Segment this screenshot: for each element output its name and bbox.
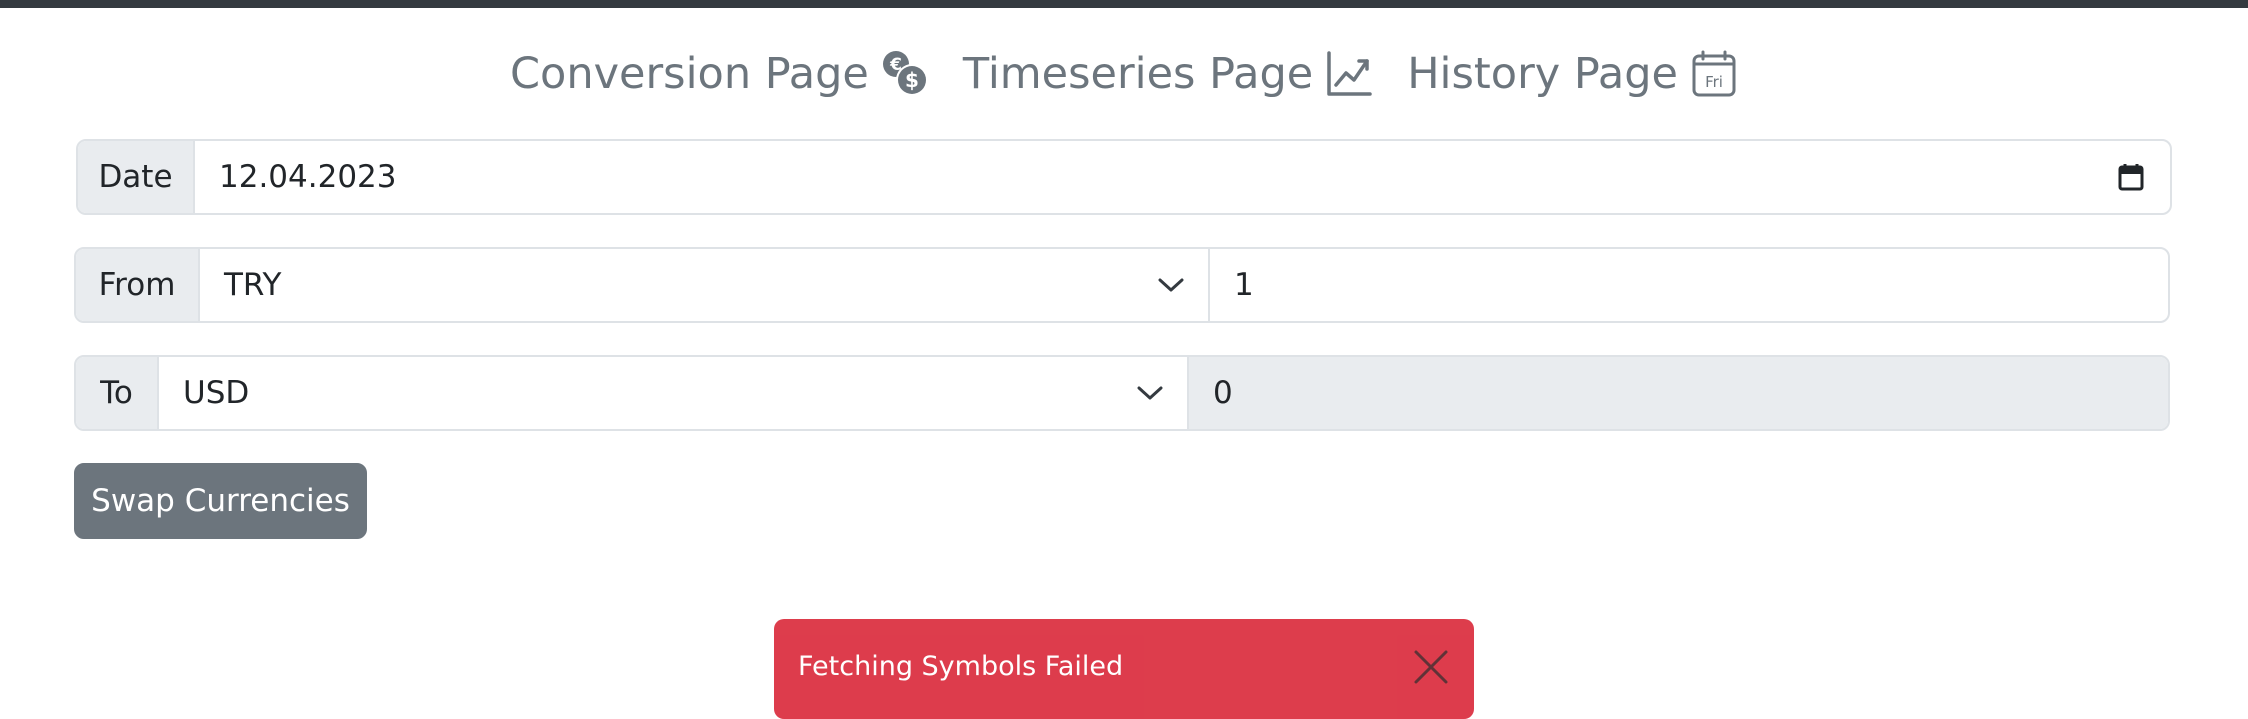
calendar-day-icon-text: Fri bbox=[1705, 73, 1723, 91]
graph-up-icon bbox=[1325, 49, 1373, 99]
date-label: Date bbox=[78, 141, 195, 213]
from-currency-value: TRY bbox=[224, 267, 282, 303]
to-currency-select[interactable]: USD bbox=[159, 357, 1189, 429]
chevron-down-icon bbox=[1158, 278, 1184, 292]
svg-text:$: $ bbox=[905, 68, 919, 92]
nav-bar: Conversion Page € $ Timeseries Page Hist… bbox=[0, 44, 2248, 104]
from-currency-select[interactable]: TRY bbox=[200, 249, 1210, 321]
nav-link-history[interactable]: History Page Fri bbox=[1407, 49, 1738, 99]
date-input[interactable]: 12.04.2023 bbox=[195, 141, 2170, 213]
calendar-icon[interactable] bbox=[2118, 163, 2144, 191]
to-amount-output: 0 bbox=[1189, 357, 2168, 429]
nav-link-conversion-label: Conversion Page bbox=[510, 49, 869, 99]
calendar-day-icon: Fri bbox=[1690, 49, 1738, 99]
nav-link-timeseries-label: Timeseries Page bbox=[962, 49, 1314, 99]
close-icon[interactable] bbox=[1412, 648, 1450, 686]
from-amount-value: 1 bbox=[1234, 267, 1254, 303]
nav-link-timeseries[interactable]: Timeseries Page bbox=[963, 49, 1373, 99]
swap-currencies-button[interactable]: Swap Currencies bbox=[74, 463, 367, 539]
nav-link-conversion[interactable]: Conversion Page € $ bbox=[510, 49, 929, 99]
from-amount-input[interactable]: 1 bbox=[1210, 249, 2168, 321]
chevron-down-icon bbox=[1137, 386, 1163, 400]
to-label: To bbox=[76, 357, 159, 429]
nav-link-history-label: History Page bbox=[1407, 49, 1678, 99]
date-value: 12.04.2023 bbox=[219, 159, 397, 195]
top-bar bbox=[0, 0, 2248, 8]
to-currency-value: USD bbox=[183, 375, 250, 411]
from-label: From bbox=[76, 249, 200, 321]
to-input-group: To USD 0 bbox=[74, 355, 2170, 431]
from-input-group: From TRY 1 bbox=[74, 247, 2170, 323]
to-amount-value: 0 bbox=[1213, 375, 1233, 411]
date-input-group: Date 12.04.2023 bbox=[76, 139, 2172, 215]
toast-message: Fetching Symbols Failed bbox=[798, 651, 1124, 682]
currency-exchange-icon: € $ bbox=[881, 49, 929, 99]
error-toast: Fetching Symbols Failed bbox=[774, 619, 1474, 719]
